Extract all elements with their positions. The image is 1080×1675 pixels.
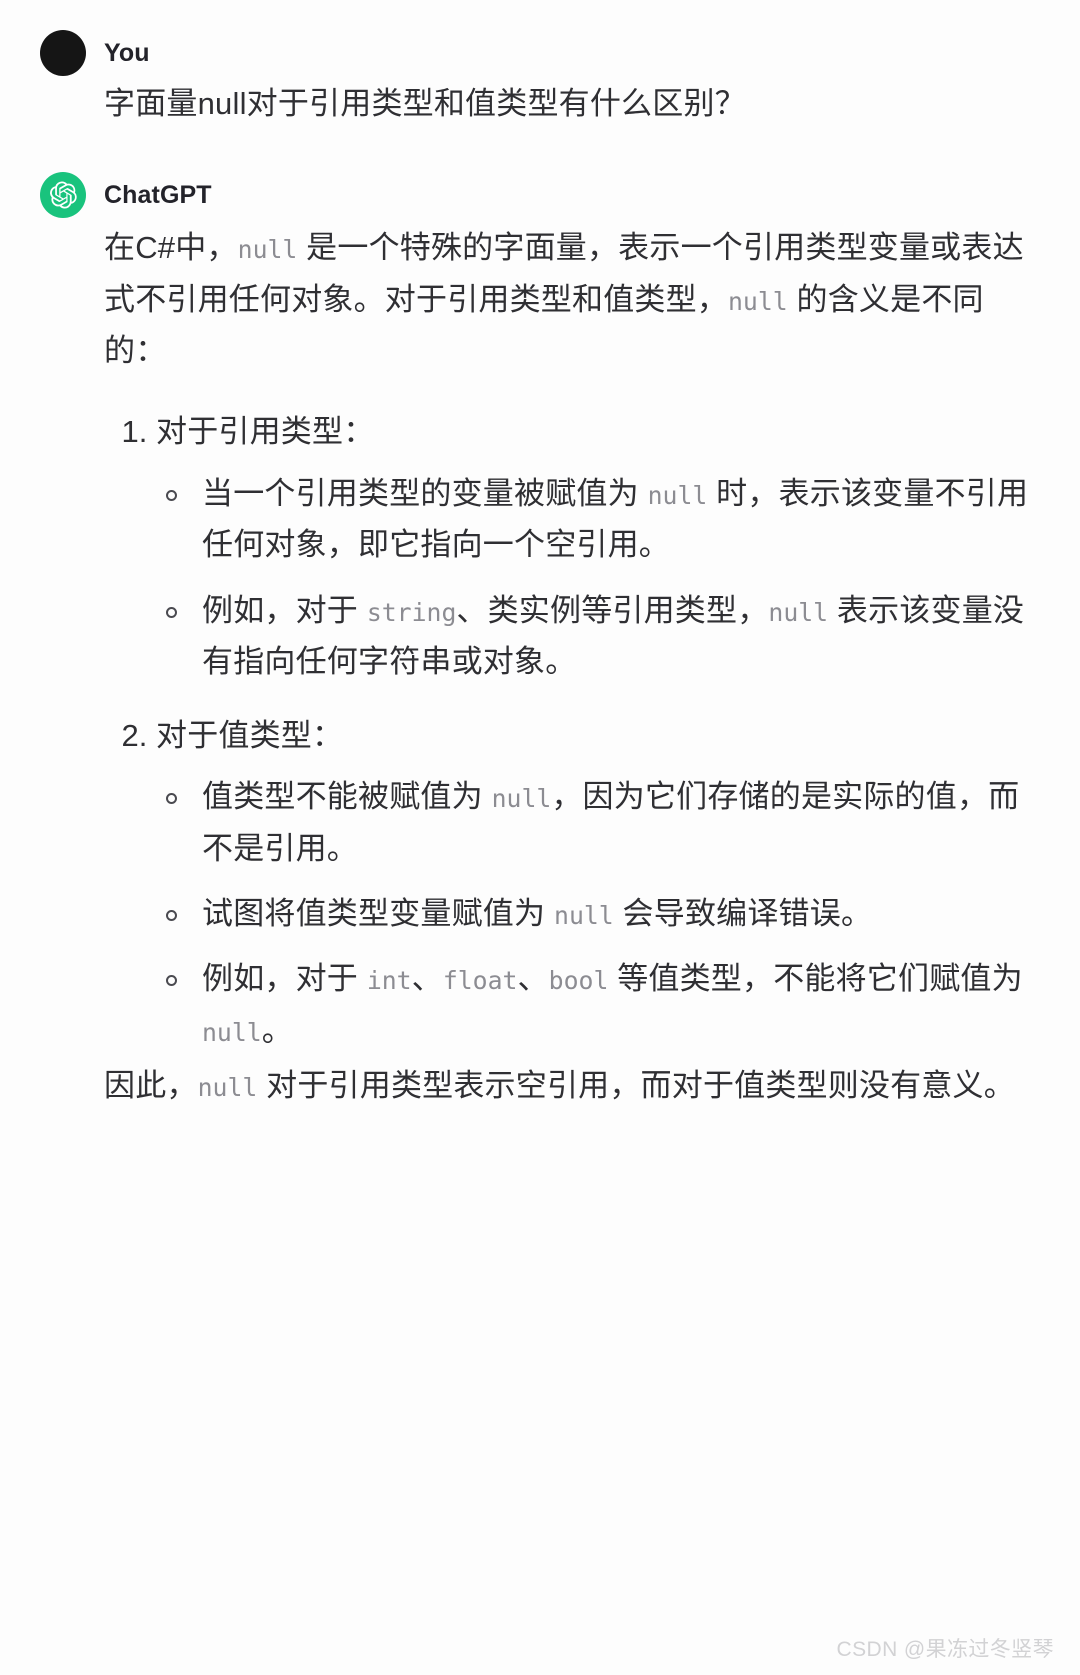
conversation-container: You 字面量null对于引用类型和值类型有什么区别？ ChatGPT 在C#中… (0, 0, 1080, 1112)
inline-code-null: null (728, 286, 788, 316)
inline-code-null: null (491, 784, 552, 814)
inline-code-int: int (366, 966, 412, 996)
assistant-intro-paragraph: 在C#中，null 是一个特殊的字面量，表示一个引用类型变量或表达式不引用任何对… (104, 222, 1040, 376)
inline-code-null: null (237, 235, 298, 265)
intro-text-1: 在C#中， (104, 230, 238, 266)
bullet-text-3: 、 (517, 961, 549, 997)
openai-logo-icon (40, 172, 86, 219)
bullet-text-2: 会导致编译错误。 (613, 896, 873, 932)
answer-ordered-list: 对于引用类型： 当一个引用类型的变量被赋值为 null 时，表示该变量不引用任何… (104, 406, 1040, 1056)
user-avatar (40, 30, 86, 76)
assistant-message: ChatGPT 在C#中，null 是一个特殊的字面量，表示一个引用类型变量或表… (40, 172, 1040, 1112)
conclusion-text-2: 对于引用类型表示空引用，而对于值类型则没有意义。 (257, 1068, 1015, 1104)
user-question-text: 字面量null对于引用类型和值类型有什么区别？ (104, 86, 746, 121)
list-item: 值类型不能被赋值为 null，因为它们存储的是实际的值，而不是引用。 (166, 771, 1040, 874)
bullet-text-1: 试图将值类型变量赋值为 (202, 896, 555, 932)
inline-code-null: null (202, 1017, 262, 1047)
list-item: 对于引用类型： 当一个引用类型的变量被赋值为 null 时，表示该变量不引用任何… (156, 406, 1040, 687)
inline-code-bool: bool (548, 966, 609, 996)
inline-code-float: float (442, 966, 518, 996)
csdn-watermark: CSDN @果冻过冬竖琴 (836, 1638, 1054, 1661)
list-item: 对于值类型： 值类型不能被赋值为 null，因为它们存储的是实际的值，而不是引用… (156, 710, 1040, 1057)
list-item-title: 对于值类型： (156, 717, 344, 753)
bullet-text-1: 值类型不能被赋值为 (202, 779, 492, 815)
assistant-author-name: ChatGPT (104, 180, 212, 209)
assistant-message-header: ChatGPT (40, 172, 1040, 219)
list-item-title: 对于引用类型： (156, 414, 375, 450)
assistant-message-body: 在C#中，null 是一个特殊的字面量，表示一个引用类型变量或表达式不引用任何对… (40, 218, 1040, 1112)
bullet-text-1: 例如，对于 (202, 592, 367, 628)
bullet-text-1: 当一个引用类型的变量被赋值为 (202, 475, 648, 511)
bullet-text-2: 、 (411, 961, 443, 997)
user-message: You 字面量null对于引用类型和值类型有什么区别？ (40, 30, 1040, 128)
list-item: 当一个引用类型的变量被赋值为 null 时，表示该变量不引用任何对象，即它指向一… (166, 468, 1040, 571)
bullet-text-4: 等值类型，不能将它们赋值为 (608, 961, 1023, 997)
bullet-text-5: 。 (261, 1012, 293, 1048)
bullet-text-2: 、类实例等引用类型， (456, 592, 769, 628)
list-item: 例如，对于 int、float、bool 等值类型，不能将它们赋值为 null。 (166, 953, 1040, 1056)
inline-code-null: null (647, 480, 708, 510)
list-item: 例如，对于 string、类实例等引用类型，null 表示该变量没有指向任何字符… (166, 585, 1040, 688)
bullet-text-1: 例如，对于 (202, 961, 367, 997)
inline-code-null: null (768, 597, 829, 627)
nested-bullet-list: 当一个引用类型的变量被赋值为 null 时，表示该变量不引用任何对象，即它指向一… (156, 468, 1040, 688)
assistant-conclusion-paragraph: 因此，null 对于引用类型表示空引用，而对于值类型则没有意义。 (104, 1060, 1040, 1111)
user-message-body: 字面量null对于引用类型和值类型有什么区别？ (40, 76, 1040, 128)
nested-bullet-list: 值类型不能被赋值为 null，因为它们存储的是实际的值，而不是引用。 试图将值类… (156, 771, 1040, 1056)
user-author-name: You (104, 38, 150, 67)
conclusion-text-1: 因此， (104, 1068, 198, 1104)
inline-code-string: string (366, 597, 457, 627)
user-message-header: You (40, 30, 1040, 76)
list-item: 试图将值类型变量赋值为 null 会导致编译错误。 (166, 888, 1040, 939)
inline-code-null: null (197, 1073, 258, 1103)
inline-code-null: null (554, 901, 614, 931)
